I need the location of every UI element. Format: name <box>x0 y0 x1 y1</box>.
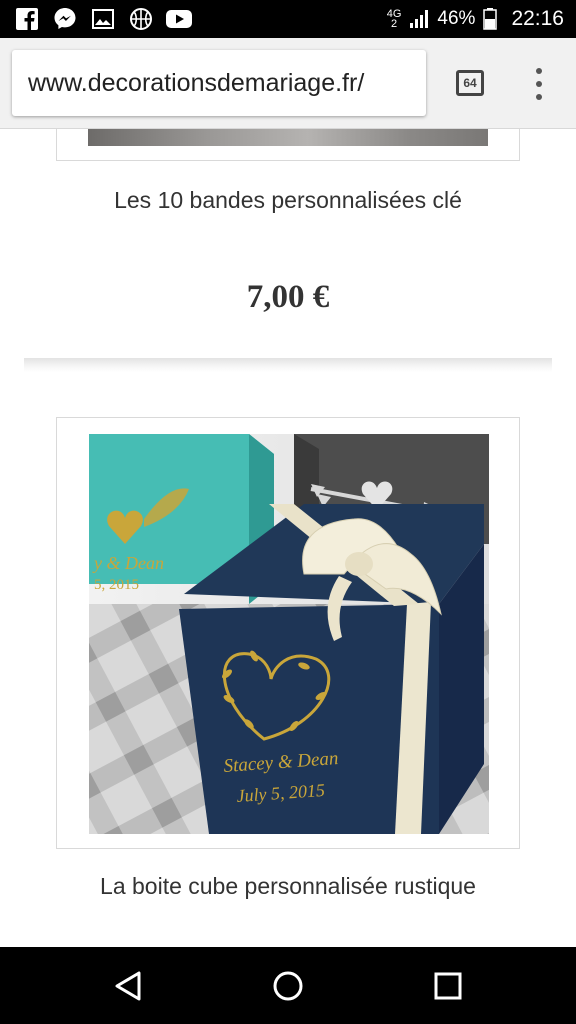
system-status: 4G 2 46% 22:16 <box>387 7 564 31</box>
network-sim: 2 <box>391 18 398 30</box>
browser-menu-button[interactable] <box>530 68 548 100</box>
browser-toolbar: www.decorationsdemariage.fr/ 64 <box>0 38 576 129</box>
battery-icon <box>483 8 498 30</box>
battery-percent: 46% <box>437 8 476 29</box>
back-icon <box>115 971 141 1000</box>
home-button[interactable] <box>248 947 328 1024</box>
network-indicator: 4G 2 <box>387 9 402 30</box>
recents-icon <box>434 972 462 999</box>
status-bar: 4G 2 46% 22:16 <box>0 0 576 38</box>
menu-dot-icon <box>536 68 542 74</box>
signal-icon <box>410 10 429 28</box>
back-button[interactable] <box>88 947 168 1024</box>
page-content: Les 10 bandes personnalisées clé 7,00 € <box>0 129 576 947</box>
product-image[interactable]: y & Dean 5, 2015 Stacey & Dean July 5, 2… <box>89 434 489 834</box>
product-title[interactable]: La boite cube personnalisée rustique <box>0 873 576 900</box>
product-price: 7,00 € <box>246 279 330 315</box>
product-image-frame[interactable]: y & Dean 5, 2015 Stacey & Dean July 5, 2… <box>56 417 520 849</box>
svg-text:5, 2015: 5, 2015 <box>94 577 139 593</box>
navigation-bar <box>0 947 576 1024</box>
basketball-icon <box>128 7 154 31</box>
menu-dot-icon <box>536 81 542 87</box>
product-image[interactable] <box>88 129 488 146</box>
notification-icons <box>14 7 192 31</box>
messenger-icon <box>52 7 78 31</box>
tab-switcher-button[interactable]: 64 <box>456 70 484 96</box>
clock: 22:16 <box>511 7 564 30</box>
tab-count: 64 <box>463 76 477 90</box>
facebook-icon <box>14 7 40 31</box>
section-divider <box>24 358 552 372</box>
recents-button[interactable] <box>408 947 488 1024</box>
url-bar[interactable]: www.decorationsdemariage.fr/ <box>12 50 426 116</box>
menu-dot-icon <box>536 94 542 100</box>
youtube-icon <box>166 7 192 31</box>
product-image-frame[interactable] <box>56 129 520 161</box>
gallery-icon <box>90 7 116 31</box>
home-icon <box>273 971 303 1000</box>
product-title[interactable]: Les 10 bandes personnalisées clé <box>0 187 576 214</box>
url-text: www.decorationsdemariage.fr/ <box>28 68 365 97</box>
svg-text:y & Dean: y & Dean <box>92 553 164 573</box>
